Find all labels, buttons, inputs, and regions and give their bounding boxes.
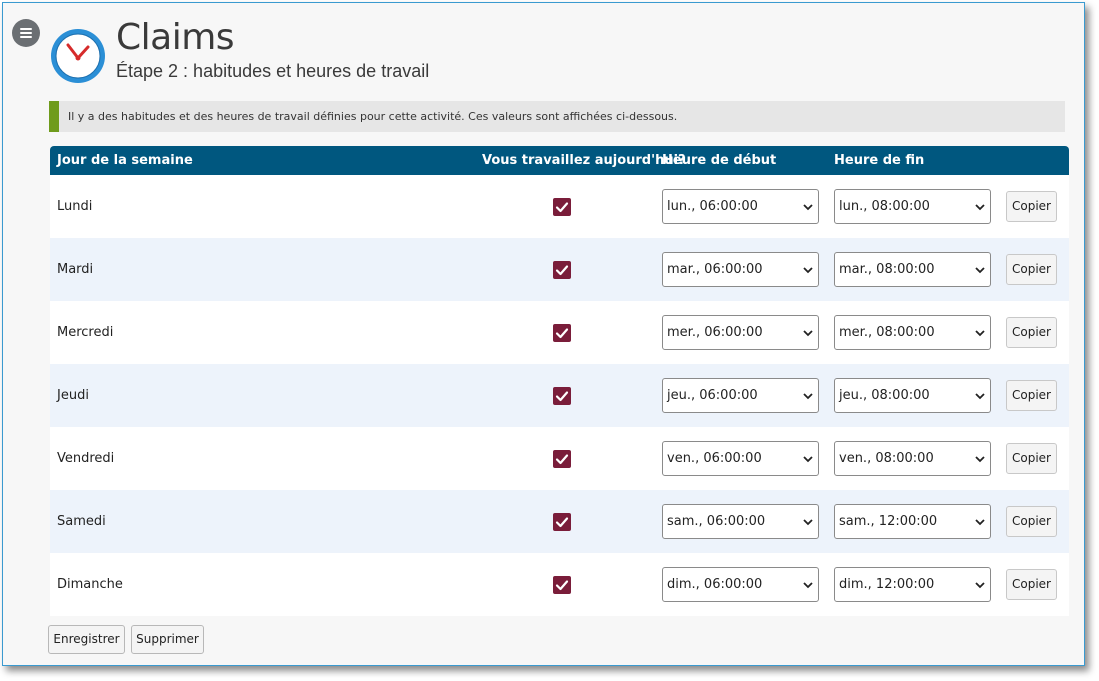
column-header-works: Vous travaillez aujourd'hui? <box>482 153 686 168</box>
page-subtitle: Étape 2 : habitudes et heures de travail <box>116 61 430 81</box>
works-checkbox[interactable] <box>553 387 571 405</box>
save-button[interactable]: Enregistrer <box>48 625 125 654</box>
table-row: Lundi lun., 06:00:00 lun., 08:00:00 Copi… <box>50 175 1069 238</box>
chevron-down-icon <box>803 456 813 463</box>
checkmark-icon <box>555 454 569 465</box>
end-time-select[interactable]: ven., 08:00:00 <box>834 441 991 476</box>
page-title: Claims <box>116 17 235 58</box>
start-time-select[interactable]: jeu., 06:00:00 <box>662 378 819 413</box>
end-time-value: sam., 12:00:00 <box>839 514 938 529</box>
end-time-select[interactable]: jeu., 08:00:00 <box>834 378 991 413</box>
chevron-down-icon <box>975 582 985 589</box>
table-row: Mercredi mer., 06:00:00 mer., 08:00:00 C… <box>50 301 1069 364</box>
start-time-select[interactable]: ven., 06:00:00 <box>662 441 819 476</box>
day-label: Vendredi <box>57 451 115 466</box>
end-time-select[interactable]: dim., 12:00:00 <box>834 567 991 602</box>
works-checkbox[interactable] <box>553 198 571 216</box>
start-time-select[interactable]: mar., 06:00:00 <box>662 252 819 287</box>
checkmark-icon <box>555 580 569 591</box>
table-row: Vendredi ven., 06:00:00 ven., 08:00:00 C… <box>50 427 1069 490</box>
end-time-select[interactable]: lun., 08:00:00 <box>834 189 991 224</box>
copy-button[interactable]: Copier <box>1006 380 1057 411</box>
chevron-down-icon <box>803 330 813 337</box>
table-row: Jeudi jeu., 06:00:00 jeu., 08:00:00 Copi… <box>50 364 1069 427</box>
table-header: Jour de la semaine Vous travaillez aujou… <box>50 146 1069 175</box>
works-checkbox[interactable] <box>553 576 571 594</box>
app-window: Claims Étape 2 : habitudes et heures de … <box>2 2 1085 666</box>
info-banner: Il y a des habitudes et des heures de tr… <box>49 101 1065 132</box>
checkmark-icon <box>555 328 569 339</box>
start-time-value: lun., 06:00:00 <box>667 199 758 214</box>
chevron-down-icon <box>803 393 813 400</box>
start-time-value: jeu., 06:00:00 <box>667 388 758 403</box>
works-checkbox[interactable] <box>553 450 571 468</box>
end-time-value: mer., 08:00:00 <box>839 325 935 340</box>
copy-button[interactable]: Copier <box>1006 254 1057 285</box>
chevron-down-icon <box>975 519 985 526</box>
chevron-down-icon <box>803 519 813 526</box>
chevron-down-icon <box>975 456 985 463</box>
chevron-down-icon <box>975 204 985 211</box>
day-label: Mercredi <box>57 325 114 340</box>
start-time-select[interactable]: dim., 06:00:00 <box>662 567 819 602</box>
hamburger-menu-icon[interactable] <box>12 19 40 47</box>
end-time-select[interactable]: sam., 12:00:00 <box>834 504 991 539</box>
copy-button[interactable]: Copier <box>1006 506 1057 537</box>
day-label: Lundi <box>57 199 93 214</box>
copy-button[interactable]: Copier <box>1006 191 1057 222</box>
table-row: Samedi sam., 06:00:00 sam., 12:00:00 Cop… <box>50 490 1069 553</box>
work-hours-table: Jour de la semaine Vous travaillez aujou… <box>50 146 1069 616</box>
end-time-value: dim., 12:00:00 <box>839 577 935 592</box>
works-checkbox[interactable] <box>553 513 571 531</box>
checkmark-icon <box>555 391 569 402</box>
start-time-value: dim., 06:00:00 <box>667 577 763 592</box>
start-time-select[interactable]: sam., 06:00:00 <box>662 504 819 539</box>
clock-icon <box>51 29 105 83</box>
copy-button[interactable]: Copier <box>1006 317 1057 348</box>
delete-button[interactable]: Supprimer <box>131 625 204 654</box>
table-row: Dimanche dim., 06:00:00 dim., 12:00:00 C… <box>50 553 1069 616</box>
chevron-down-icon <box>803 267 813 274</box>
column-header-day: Jour de la semaine <box>57 153 193 168</box>
day-label: Samedi <box>57 514 106 529</box>
start-time-select[interactable]: lun., 06:00:00 <box>662 189 819 224</box>
start-time-select[interactable]: mer., 06:00:00 <box>662 315 819 350</box>
checkmark-icon <box>555 265 569 276</box>
chevron-down-icon <box>975 330 985 337</box>
start-time-value: mar., 06:00:00 <box>667 262 763 277</box>
day-label: Mardi <box>57 262 94 277</box>
start-time-value: ven., 06:00:00 <box>667 451 762 466</box>
end-time-select[interactable]: mer., 08:00:00 <box>834 315 991 350</box>
start-time-value: sam., 06:00:00 <box>667 514 766 529</box>
column-header-end: Heure de fin <box>834 153 925 168</box>
works-checkbox[interactable] <box>553 261 571 279</box>
end-time-select[interactable]: mar., 08:00:00 <box>834 252 991 287</box>
chevron-down-icon <box>803 204 813 211</box>
checkmark-icon <box>555 202 569 213</box>
end-time-value: lun., 08:00:00 <box>839 199 930 214</box>
copy-button[interactable]: Copier <box>1006 443 1057 474</box>
start-time-value: mer., 06:00:00 <box>667 325 763 340</box>
copy-button[interactable]: Copier <box>1006 569 1057 600</box>
column-header-start: Heure de début <box>662 153 777 168</box>
chevron-down-icon <box>975 267 985 274</box>
chevron-down-icon <box>803 582 813 589</box>
end-time-value: mar., 08:00:00 <box>839 262 935 277</box>
day-label: Jeudi <box>57 388 89 403</box>
end-time-value: ven., 08:00:00 <box>839 451 934 466</box>
day-label: Dimanche <box>57 577 123 592</box>
chevron-down-icon <box>975 393 985 400</box>
works-checkbox[interactable] <box>553 324 571 342</box>
checkmark-icon <box>555 517 569 528</box>
table-row: Mardi mar., 06:00:00 mar., 08:00:00 Copi… <box>50 238 1069 301</box>
end-time-value: jeu., 08:00:00 <box>839 388 930 403</box>
